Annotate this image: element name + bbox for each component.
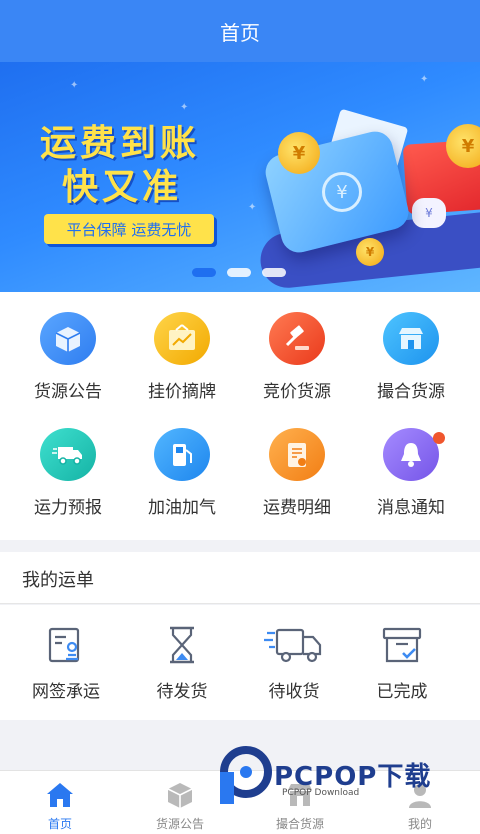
money-bag-icon: ¥ [412, 198, 446, 228]
carousel-dot[interactable] [192, 268, 216, 277]
order-online-contract[interactable]: 网签承运 [6, 605, 126, 720]
grid-label: 运力预报 [34, 498, 102, 518]
completed-box-icon [382, 627, 422, 663]
order-label: 已完成 [376, 682, 428, 702]
pcpop-logo-icon [220, 746, 272, 804]
grid-label: 加油加气 [148, 498, 216, 518]
grid-item-cargo-notice[interactable]: 货源公告 [8, 292, 128, 402]
delivery-truck-icon [264, 628, 322, 663]
sparkle-icon: ✦ [70, 80, 79, 91]
grid-item-message-notice[interactable]: 消息通知 [351, 408, 471, 518]
orders-title: 我的运单 [22, 570, 94, 591]
price-board-icon [154, 312, 210, 365]
home-icon [47, 783, 73, 807]
order-completed[interactable]: 已完成 [342, 605, 462, 720]
order-label: 待收货 [268, 682, 320, 702]
carousel-dot[interactable] [227, 268, 251, 277]
banner-tagline: 平台保障 运费无忧 [44, 214, 214, 244]
grid-item-freight-detail[interactable]: 运费明细 [237, 408, 357, 518]
order-label: 待发货 [156, 682, 208, 702]
grid-label: 货源公告 [34, 382, 102, 402]
sparkle-icon: ✦ [180, 102, 189, 113]
orders-row: 网签承运 待发货 待收货 已完成 [0, 605, 480, 720]
page-title: 首页 [220, 20, 260, 45]
grid-label: 竞价货源 [263, 382, 331, 402]
watermark: PCPOP下载 PCPOP Download [218, 746, 468, 806]
orders-header: 我的运单 [0, 552, 480, 604]
feature-grid: 货源公告 挂价摘牌 竞价货源 撮合货源 运力预报 加油加气 运费明细 消息通知 [0, 292, 480, 540]
grid-item-capacity-forecast[interactable]: 运力预报 [8, 408, 128, 518]
grid-label: 撮合货源 [377, 382, 445, 402]
tab-label: 我的 [407, 817, 432, 831]
bell-icon [383, 428, 439, 481]
truck-icon [40, 428, 96, 481]
yen-coin-icon: ¥ [278, 132, 320, 174]
banner-headline-2: 快又准 [62, 167, 183, 208]
tab-label: 撮合货源 [275, 817, 324, 831]
grid-item-listed-price[interactable]: 挂价摘牌 [122, 292, 242, 402]
title-bar: 首页 [0, 0, 480, 62]
store-icon [383, 312, 439, 365]
grid-label: 运费明细 [263, 498, 331, 518]
bill-icon [269, 428, 325, 481]
grid-label: 挂价摘牌 [148, 382, 216, 402]
sparkle-icon: ✦ [248, 202, 257, 213]
order-label: 网签承运 [32, 682, 100, 702]
order-pending-ship[interactable]: 待发货 [122, 605, 242, 720]
grid-item-fuel-gas[interactable]: 加油加气 [122, 408, 242, 518]
grid-label: 消息通知 [377, 498, 445, 518]
tab-label: 货源公告 [155, 817, 204, 831]
grid-item-matched-cargo[interactable]: 撮合货源 [351, 292, 471, 402]
carousel-indicator [192, 268, 286, 277]
notification-badge [433, 432, 445, 444]
auction-hammer-icon [269, 312, 325, 365]
promo-banner[interactable]: ✦ ✦ ✦ ✦ 运费到账 快又准 平台保障 运费无忧 ¥ ¥ ¥ ¥ ¥ [0, 62, 480, 292]
tab-label: 首页 [47, 817, 72, 831]
hourglass-icon [170, 626, 194, 664]
yen-coin-icon: ¥ [356, 238, 384, 266]
tab-home[interactable]: 首页 [0, 771, 120, 834]
wallet-yen-icon: ¥ [322, 172, 362, 212]
sparkle-icon: ✦ [420, 74, 429, 85]
contract-icon [48, 627, 80, 663]
order-pending-receive[interactable]: 待收货 [234, 605, 354, 720]
fuel-pump-icon [154, 428, 210, 481]
watermark-sub: PCPOP Download [282, 788, 360, 798]
grid-item-bidding-cargo[interactable]: 竞价货源 [237, 292, 357, 402]
cube-icon [167, 783, 193, 808]
carousel-dot[interactable] [262, 268, 286, 277]
box-icon [40, 312, 96, 365]
